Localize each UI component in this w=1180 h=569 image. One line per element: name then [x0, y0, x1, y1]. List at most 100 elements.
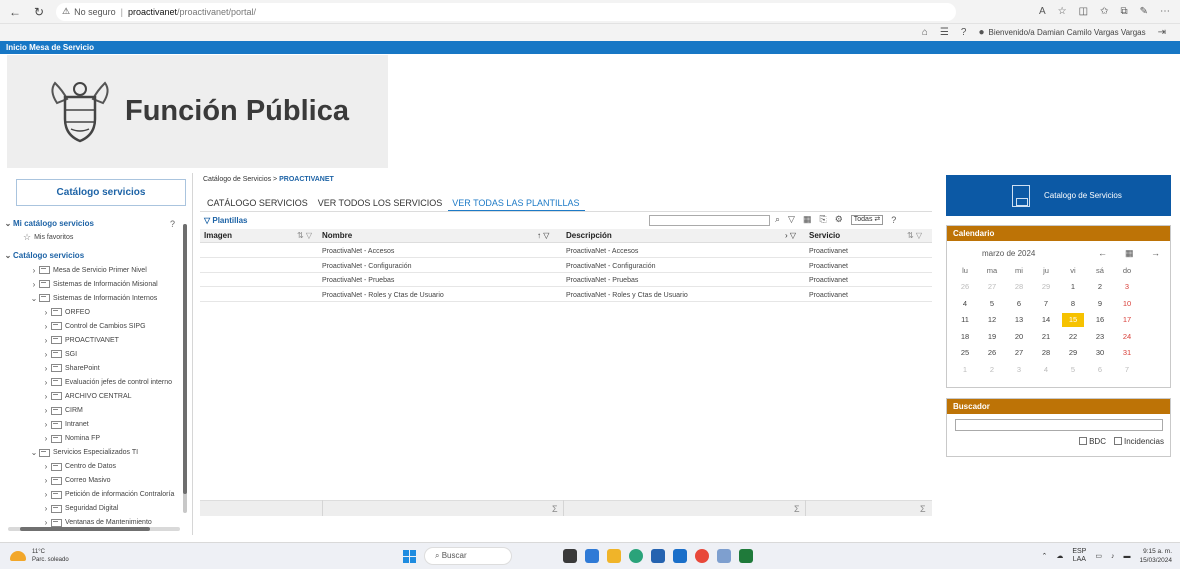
chevron-right-icon[interactable]: › — [41, 350, 51, 359]
calendar-day[interactable]: 29 — [1062, 346, 1084, 360]
grid-search-input[interactable] — [649, 215, 770, 226]
export-icon[interactable]: ⎘ — [819, 214, 826, 225]
calendar-day[interactable]: 28 — [1035, 346, 1057, 360]
outlook-icon[interactable] — [673, 549, 687, 563]
tree-my-catalog[interactable]: ⌄ Mi catálogo servicios — [3, 217, 94, 229]
help-circle-icon[interactable]: ? — [891, 215, 896, 225]
breadcrumb-current[interactable]: PROACTIVANET — [279, 176, 334, 183]
calendar-day[interactable]: 6 — [1008, 297, 1030, 311]
chevron-down-icon[interactable]: ⌄ — [29, 448, 39, 457]
calendar-day[interactable]: 27 — [1008, 346, 1030, 360]
calendar-day[interactable]: 10 — [1116, 297, 1138, 311]
calendar-day[interactable]: 14 — [1035, 313, 1057, 327]
calendar-icon[interactable]: ▦ — [1125, 248, 1134, 259]
calendar-day[interactable]: 31 — [1116, 346, 1138, 360]
tree-item[interactable]: › Petición de información Contraloría — [41, 489, 175, 501]
calendar-day[interactable]: 5 — [981, 297, 1003, 311]
taskbar-search[interactable]: ⌕ Buscar — [424, 547, 512, 565]
table-row[interactable]: ProactivaNet - Pruebas ProactivaNet - Pru… — [200, 274, 932, 287]
help-circle-icon[interactable]: ? — [170, 219, 175, 229]
address-bar[interactable]: ⚠ No seguro | proactivanet/proactivanet/… — [56, 2, 956, 21]
tree-item[interactable]: › Correo Masivo — [41, 475, 111, 487]
task-view-icon[interactable] — [563, 549, 577, 563]
tab-catalogo-servicios[interactable]: CATÁLOGO SERVICIOS — [203, 196, 314, 212]
sort-asc-icon[interactable]: ↑ ▽ — [537, 231, 549, 240]
sort-filter-icon[interactable]: › ▽ — [785, 231, 796, 240]
search-icon[interactable]: ⌕ — [775, 214, 780, 225]
tree-item[interactable]: › Control de Cambios SIPG — [41, 320, 146, 332]
help-icon[interactable]: ? — [961, 27, 967, 38]
chevron-right-icon[interactable]: › — [41, 308, 51, 317]
volume-icon[interactable]: ♪ — [1111, 553, 1115, 560]
tree-item[interactable]: ⌄ Sistemas de Información Internos — [29, 292, 158, 304]
reload-icon[interactable]: ↻ — [30, 3, 48, 21]
calendar-day[interactable]: 25 — [954, 346, 976, 360]
battery-icon[interactable]: ▬ — [1123, 553, 1130, 560]
table-row[interactable]: ProactivaNet - Roles y Ctas de Usuario Pr… — [200, 289, 932, 302]
calendar-day[interactable]: 4 — [954, 297, 976, 311]
calendar-day[interactable]: 3 — [1008, 363, 1030, 377]
windows-start-icon[interactable] — [403, 550, 416, 563]
calendar-day[interactable]: 26 — [981, 346, 1003, 360]
tab-ver-todos-servicios[interactable]: VER TODOS LOS SERVICIOS — [314, 196, 449, 212]
tree-item[interactable]: › Evaluación jefes de control interno — [41, 376, 172, 388]
welcome-user[interactable]: ● Bienvenido/a Damian Camilo Vargas Varg… — [978, 27, 1145, 38]
col-header-descripcion[interactable]: Descripción — [566, 231, 612, 240]
filter-icon[interactable]: ▽ — [788, 214, 795, 225]
chrome-icon[interactable] — [695, 549, 709, 563]
tree-item[interactable]: › Centro de Datos — [41, 461, 116, 473]
edge-browser-icon[interactable] — [629, 549, 643, 563]
display-icon[interactable]: ▭ — [1095, 552, 1102, 560]
cloud-icon[interactable]: ☁ — [1056, 552, 1063, 560]
calendar-day[interactable]: 12 — [981, 313, 1003, 327]
calendar-day[interactable]: 1 — [1062, 280, 1084, 294]
calendar-day[interactable]: 8 — [1062, 297, 1084, 311]
chevron-up-icon[interactable]: ⌃ — [1041, 552, 1047, 560]
calendar-day[interactable]: 21 — [1035, 330, 1057, 344]
breadcrumb-root[interactable]: Catálogo de Servicios — [203, 176, 271, 183]
chevron-right-icon[interactable]: › — [41, 504, 51, 513]
tree-item[interactable]: › Intranet — [41, 419, 89, 431]
chevron-right-icon[interactable]: › — [41, 378, 51, 387]
favorites-bar-icon[interactable]: ✩ — [1100, 6, 1108, 17]
tree-item[interactable]: › Nomina FP — [41, 433, 100, 445]
tree-item[interactable]: › SharePoint — [41, 362, 100, 374]
logout-icon[interactable]: ⇥ — [1158, 27, 1166, 38]
tab-ver-todas-plantillas[interactable]: VER TODAS LAS PLANTILLAS — [448, 196, 586, 212]
network-app-icon[interactable] — [717, 549, 731, 563]
col-header-imagen[interactable]: Imagen — [204, 231, 232, 240]
settings-icon[interactable]: ☰ — [940, 27, 949, 38]
tree-item[interactable]: › Seguridad Digital — [41, 503, 119, 515]
calendar-day[interactable]: 17 — [1116, 313, 1138, 327]
read-aloud-icon[interactable]: A — [1039, 6, 1046, 17]
tree-item[interactable]: › SGI — [41, 348, 77, 360]
tree-item[interactable]: ⌄ Servicios Especializados TI — [29, 447, 138, 459]
columns-icon[interactable]: ▦ — [803, 214, 812, 225]
next-month-icon[interactable]: → — [1151, 248, 1160, 258]
more-icon[interactable]: ⋯ — [1160, 6, 1170, 17]
option-bdc[interactable]: BDC — [1079, 437, 1106, 446]
option-incidencias[interactable]: Incidencias — [1113, 437, 1164, 446]
calendar-day[interactable]: 3 — [1116, 280, 1138, 294]
tree-item[interactable]: › Sistemas de Información Misional — [29, 278, 158, 290]
chevron-right-icon[interactable]: › — [41, 476, 51, 485]
calendar-day[interactable]: 13 — [1008, 313, 1030, 327]
chevron-down-icon[interactable]: ⌄ — [29, 294, 39, 303]
weather-widget[interactable]: 11°C Parc. soleado — [10, 548, 69, 564]
chevron-right-icon[interactable]: › — [41, 490, 51, 499]
table-row[interactable]: ProactivaNet - Configuración ProactivaNet… — [200, 260, 932, 273]
tree-item[interactable]: › CIRM — [41, 405, 83, 417]
chevron-right-icon[interactable]: › — [41, 420, 51, 429]
calendar-day[interactable]: 15 — [1062, 313, 1084, 327]
calendar-day[interactable]: 9 — [1089, 297, 1111, 311]
calendar-day[interactable]: 24 — [1116, 330, 1138, 344]
calendar-day[interactable]: 22 — [1062, 330, 1084, 344]
store-icon[interactable] — [651, 549, 665, 563]
checkbox-bdc[interactable] — [1079, 437, 1088, 445]
chevron-right-icon[interactable]: › — [41, 336, 51, 345]
calendar-month[interactable]: marzo de 2024 — [982, 249, 1035, 258]
calendar-day[interactable]: 29 — [1035, 280, 1057, 294]
gear-icon[interactable]: ⚙ — [835, 214, 843, 225]
calendar-day[interactable]: 7 — [1035, 297, 1057, 311]
checkbox-incidencias[interactable] — [1113, 437, 1122, 445]
